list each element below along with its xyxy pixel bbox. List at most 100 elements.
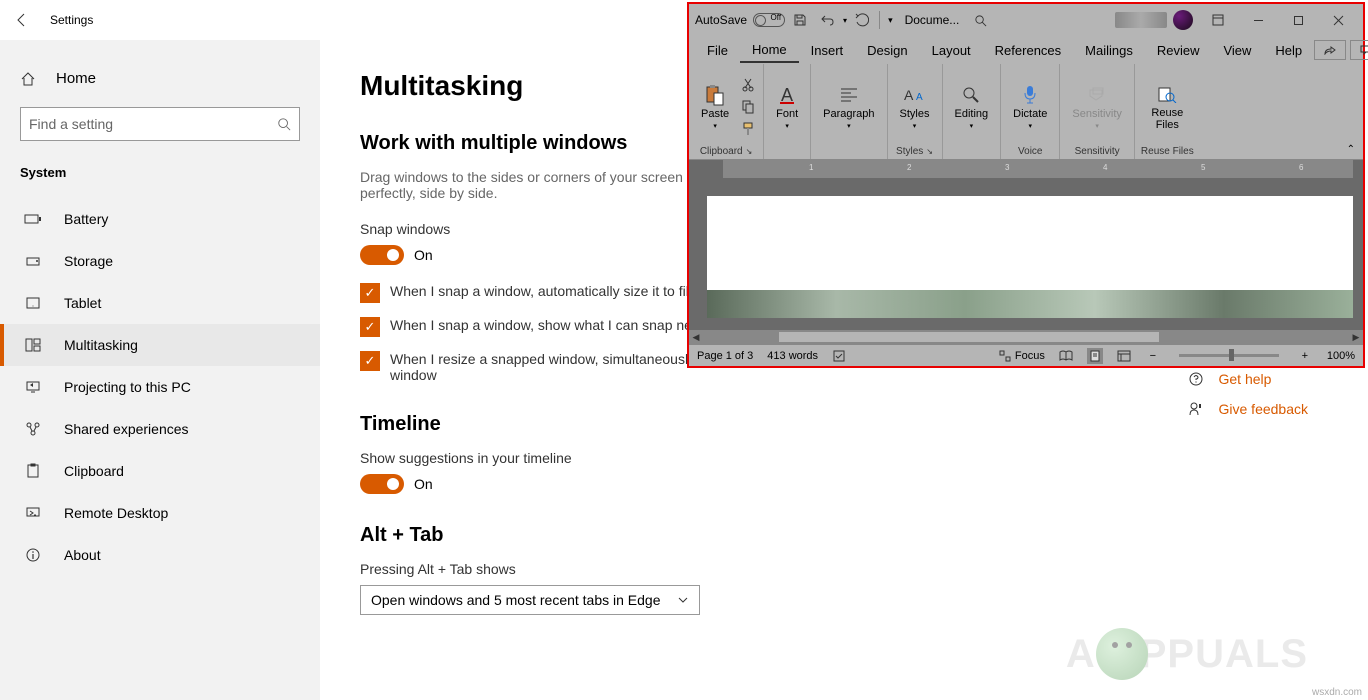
- search-icon-word[interactable]: [967, 7, 993, 33]
- sidebar-home[interactable]: Home: [0, 60, 320, 97]
- menu-home[interactable]: Home: [740, 38, 799, 63]
- dialog-launcher-icon[interactable]: ↘: [926, 147, 933, 156]
- document-area[interactable]: ◀ ▶: [689, 178, 1363, 344]
- menu-view[interactable]: View: [1211, 39, 1263, 62]
- menu-layout[interactable]: Layout: [920, 39, 983, 62]
- word-window: AutoSave Off ▾ ▾ Docume... File Home Ins…: [687, 2, 1365, 368]
- qat-customize-icon[interactable]: ▾: [884, 15, 897, 26]
- sidebar-item-battery[interactable]: Battery: [0, 198, 320, 240]
- zoom-level[interactable]: 100%: [1327, 350, 1355, 362]
- web-layout-icon[interactable]: [1117, 350, 1131, 362]
- chevron-down-icon: [677, 594, 689, 606]
- reuse-button[interactable]: Reuse Files: [1141, 81, 1193, 133]
- dialog-launcher-icon[interactable]: ↘: [746, 147, 753, 156]
- spelling-icon[interactable]: [832, 349, 846, 363]
- maximize-icon[interactable]: [1279, 6, 1317, 34]
- feedback-icon: [1187, 400, 1205, 418]
- ribbon-display-icon[interactable]: [1199, 6, 1237, 34]
- menu-references[interactable]: References: [983, 39, 1073, 62]
- avatar[interactable]: [1173, 10, 1193, 30]
- copy-icon[interactable]: [739, 98, 757, 116]
- format-painter-icon[interactable]: [739, 120, 757, 138]
- font-button[interactable]: A Font ▾: [770, 82, 804, 132]
- ribbon-reuse: Reuse Files Reuse Files: [1135, 64, 1200, 159]
- zoom-out-button[interactable]: −: [1145, 348, 1161, 364]
- menu-mailings[interactable]: Mailings: [1073, 39, 1145, 62]
- styles-grp-label: Styles: [896, 146, 923, 157]
- sensitivity-button[interactable]: Sensitivity ▾: [1066, 82, 1128, 132]
- paragraph-label: Paragraph: [823, 108, 874, 120]
- feedback-link[interactable]: Give feedback: [1187, 400, 1309, 418]
- sidebar-item-clipboard[interactable]: Clipboard: [0, 450, 320, 492]
- menu-file[interactable]: File: [695, 39, 740, 62]
- sidebar-item-projecting[interactable]: Projecting to this PC: [0, 366, 320, 408]
- undo-icon[interactable]: [815, 7, 841, 33]
- document-name[interactable]: Docume...: [905, 13, 960, 27]
- save-icon[interactable]: [787, 7, 813, 33]
- scroll-right-icon[interactable]: ▶: [1349, 330, 1363, 344]
- autosave-control[interactable]: AutoSave Off: [695, 13, 785, 27]
- zoom-slider[interactable]: [1179, 354, 1279, 357]
- close-icon[interactable]: [1319, 6, 1357, 34]
- check-next-label: When I snap a window, show what I can sn…: [390, 317, 729, 333]
- scroll-left-icon[interactable]: ◀: [689, 330, 703, 344]
- autosave-toggle[interactable]: Off: [753, 13, 785, 27]
- search-input[interactable]: Find a setting: [20, 107, 300, 141]
- styles-button[interactable]: AA Styles ▾: [894, 82, 936, 132]
- check-resize[interactable]: ✓: [360, 351, 380, 371]
- snap-toggle[interactable]: [360, 245, 404, 265]
- nav-label: Clipboard: [64, 463, 124, 479]
- sensitivity-icon: [1086, 84, 1108, 106]
- account-name[interactable]: [1115, 12, 1167, 28]
- menu-design[interactable]: Design: [855, 39, 919, 62]
- sidebar-item-remote[interactable]: Remote Desktop: [0, 492, 320, 534]
- sidebar-item-storage[interactable]: Storage: [0, 240, 320, 282]
- ruler-mark: 5: [1201, 163, 1205, 172]
- ruler-mark: 1: [809, 163, 813, 172]
- alttab-label: Pressing Alt + Tab shows: [360, 561, 1328, 577]
- cut-icon[interactable]: [739, 76, 757, 94]
- sidebar-item-shared[interactable]: Shared experiences: [0, 408, 320, 450]
- check-next[interactable]: ✓: [360, 317, 380, 337]
- comments-button[interactable]: [1350, 40, 1368, 60]
- horizontal-scrollbar[interactable]: ◀ ▶: [689, 330, 1363, 344]
- project-icon: [24, 378, 42, 396]
- share-button[interactable]: [1314, 40, 1346, 60]
- status-words[interactable]: 413 words: [767, 350, 818, 362]
- redo-icon[interactable]: [849, 7, 875, 33]
- zoom-in-button[interactable]: +: [1297, 348, 1313, 364]
- back-arrow-icon[interactable]: [12, 10, 32, 30]
- sidebar-item-about[interactable]: About: [0, 534, 320, 576]
- minimize-icon[interactable]: [1239, 6, 1277, 34]
- sidebar-item-multitasking[interactable]: Multitasking: [0, 324, 320, 366]
- editing-button[interactable]: Editing ▾: [949, 82, 995, 132]
- alttab-select[interactable]: Open windows and 5 most recent tabs in E…: [360, 585, 700, 615]
- status-page[interactable]: Page 1 of 3: [697, 350, 753, 362]
- ruler[interactable]: 1 2 3 4 5 6: [689, 160, 1363, 178]
- paste-button[interactable]: Paste ▾: [695, 82, 735, 132]
- focus-button[interactable]: Focus: [999, 350, 1045, 362]
- timeline-toggle[interactable]: [360, 474, 404, 494]
- dropdown-icon: ▾: [847, 122, 851, 130]
- dropdown-icon: ▾: [1029, 122, 1033, 130]
- dictate-label: Dictate: [1013, 108, 1047, 120]
- read-mode-icon[interactable]: [1059, 350, 1073, 362]
- sidebar-item-tablet[interactable]: Tablet: [0, 282, 320, 324]
- dictate-icon: [1019, 84, 1041, 106]
- dictate-button[interactable]: Dictate ▾: [1007, 82, 1053, 132]
- scrollbar-thumb[interactable]: [779, 332, 1159, 342]
- nav-label: Tablet: [64, 295, 101, 311]
- ribbon-editing: Editing ▾: [943, 64, 1002, 159]
- paragraph-button[interactable]: Paragraph ▾: [817, 82, 880, 132]
- get-help-link[interactable]: Get help: [1187, 370, 1309, 388]
- undo-dropdown-icon[interactable]: ▾: [843, 16, 847, 25]
- document-image[interactable]: [707, 290, 1353, 318]
- menu-help[interactable]: Help: [1263, 39, 1314, 62]
- document-page[interactable]: [707, 196, 1353, 290]
- voice-label: Voice: [1018, 146, 1042, 157]
- ribbon-collapse-icon[interactable]: ⌃: [1339, 140, 1363, 159]
- print-layout-icon[interactable]: [1087, 348, 1103, 364]
- check-fill[interactable]: ✓: [360, 283, 380, 303]
- menu-insert[interactable]: Insert: [799, 39, 856, 62]
- menu-review[interactable]: Review: [1145, 39, 1212, 62]
